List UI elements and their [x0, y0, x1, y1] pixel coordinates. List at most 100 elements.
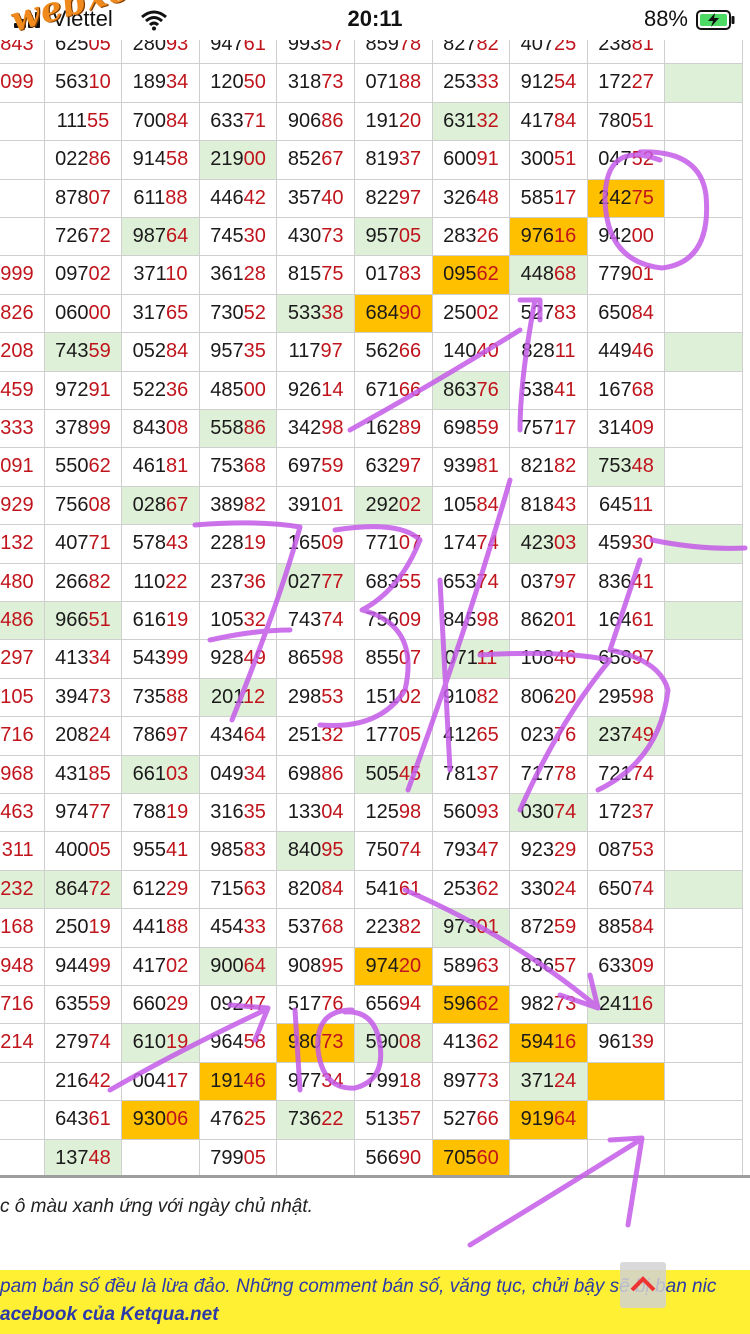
- cell-number-tail: 62: [476, 877, 499, 900]
- cell-number-tail: 63: [243, 877, 266, 900]
- cell-number-tail: 08: [398, 1031, 422, 1054]
- cell-number-head: 683: [365, 570, 399, 593]
- table-cell: 52783: [510, 294, 588, 334]
- cell-number-head: 717: [520, 762, 555, 785]
- cell-number-tail: 19: [88, 916, 111, 939]
- facebook-link[interactable]: acebook của Ketqua.net: [0, 1304, 219, 1326]
- table-cell: 81575: [277, 256, 355, 295]
- table-cell: 79918: [355, 1062, 433, 1102]
- cell-number-head: 616: [132, 609, 167, 631]
- table-cell: 66103: [122, 755, 200, 794]
- table-cell: [0, 102, 45, 142]
- lottery-results-table: 843 62505 28093 94761 99357 85978 82782 40725 23…: [0, 26, 750, 1176]
- table-cell: 099: [0, 64, 45, 103]
- table-cell: 47625: [199, 1101, 278, 1140]
- cell-number-head: 517: [287, 993, 322, 1015]
- cell-number-head: 167: [598, 378, 632, 401]
- cell-number-head: 594: [520, 1031, 555, 1054]
- cell-number-head: 735: [132, 685, 167, 708]
- table-cell: 71778: [510, 755, 588, 794]
- table-cell: [665, 986, 743, 1025]
- scroll-to-top-button[interactable]: [620, 1262, 666, 1308]
- cell-number-head: 836: [520, 954, 555, 977]
- table-cell: [0, 179, 45, 218]
- cell-number-head: 191: [365, 109, 399, 132]
- cell-number-tail: 88: [166, 685, 189, 708]
- cell-number-tail: 94: [398, 993, 422, 1015]
- cell-number-tail: 72: [88, 225, 111, 247]
- cell-number-head: 022: [55, 148, 89, 171]
- cell-number-head: 189: [132, 71, 167, 94]
- cell-number-head: 391: [287, 493, 322, 516]
- cell-number-head: 172: [598, 801, 632, 823]
- cell-number-head: 661: [132, 762, 167, 785]
- cell-number-head: 715: [210, 877, 244, 900]
- cell-number-head: 820: [287, 877, 322, 900]
- cell-number-tail: 65: [476, 724, 499, 747]
- cell-number-tail: 36: [243, 570, 266, 593]
- table-cell: 28326: [432, 218, 511, 257]
- table-cell: 82084: [277, 870, 355, 910]
- cell-number-head: 818: [520, 493, 555, 516]
- table-cell: 92329: [510, 832, 588, 871]
- cell-number-head: 476: [210, 1108, 244, 1131]
- table-cell: 311: [0, 832, 45, 871]
- table-cell: 95735: [199, 333, 278, 372]
- cell-number-head: 840: [287, 839, 322, 862]
- table-cell: 75368: [199, 448, 278, 487]
- cell-number-head: 977: [287, 1069, 322, 1092]
- table-cell: 22382: [355, 909, 433, 948]
- cell-number-head: 781: [443, 762, 477, 785]
- table-cell: 04934: [199, 755, 278, 794]
- table-cell: 232: [0, 870, 45, 910]
- cell-number-head: 980: [287, 1031, 322, 1054]
- cell-number-head: 611: [133, 186, 166, 209]
- cell-number-tail: 01: [631, 263, 654, 286]
- table-cell: 02867: [122, 486, 200, 526]
- table-cell: 16289: [355, 410, 433, 449]
- cell-number-head: 897: [443, 1069, 477, 1092]
- cell-number-tail: 74: [321, 609, 344, 631]
- table-cell: 82297: [355, 179, 433, 218]
- cell-number-tail: 93: [476, 801, 499, 823]
- cell-number-tail: 34: [166, 71, 189, 94]
- cell-number-head: 342: [287, 417, 322, 439]
- table-cell: [665, 640, 743, 679]
- cell-number-head: 836: [598, 570, 632, 593]
- cell-number-head: 326: [443, 186, 477, 209]
- cell-number-tail: 18: [398, 1069, 422, 1092]
- cell-number-head: 537: [287, 916, 322, 939]
- table-cell: 72174: [587, 755, 666, 794]
- table-cell: 86472: [44, 870, 123, 910]
- cell-number-tail: 26: [476, 225, 499, 247]
- cell-number-head: 645: [599, 493, 633, 516]
- cell-number-head: 295: [598, 685, 632, 708]
- cell-number-tail: 01: [554, 609, 577, 631]
- cell-number-head: 845: [443, 609, 477, 631]
- table-cell: 78051: [587, 102, 666, 142]
- cell-number-tail: 59: [554, 916, 577, 939]
- cell-number-head: 964: [210, 1031, 244, 1054]
- table-cell: 02286: [44, 141, 123, 180]
- cell-number-head: 799: [210, 1146, 244, 1169]
- table-cell: 86376: [432, 371, 511, 410]
- cell-number-tail: 84: [631, 301, 654, 324]
- table-cell: 297: [0, 640, 45, 679]
- cell-number-tail: 00: [88, 301, 111, 324]
- cell-number-head: 164: [598, 609, 632, 631]
- table-cell: 97301: [432, 909, 511, 948]
- table-cell: 70560: [432, 1139, 511, 1176]
- cell-number-head: 099: [0, 71, 34, 94]
- cell-number-tail: 42: [243, 186, 266, 209]
- cell-number-head: 108: [520, 647, 555, 670]
- cell-number-tail: 22: [165, 570, 188, 593]
- cell-number-head: 906: [287, 109, 322, 132]
- cell-number-tail: 62: [88, 455, 111, 478]
- table-cell: 58517: [510, 179, 588, 218]
- table-cell: 58963: [432, 947, 511, 986]
- table-cell: [665, 678, 743, 718]
- table-cell: 44868: [510, 256, 588, 295]
- cell-number-head: 333: [0, 417, 34, 439]
- table-cell: 17705: [355, 717, 433, 756]
- table-cell: 38982: [199, 486, 278, 526]
